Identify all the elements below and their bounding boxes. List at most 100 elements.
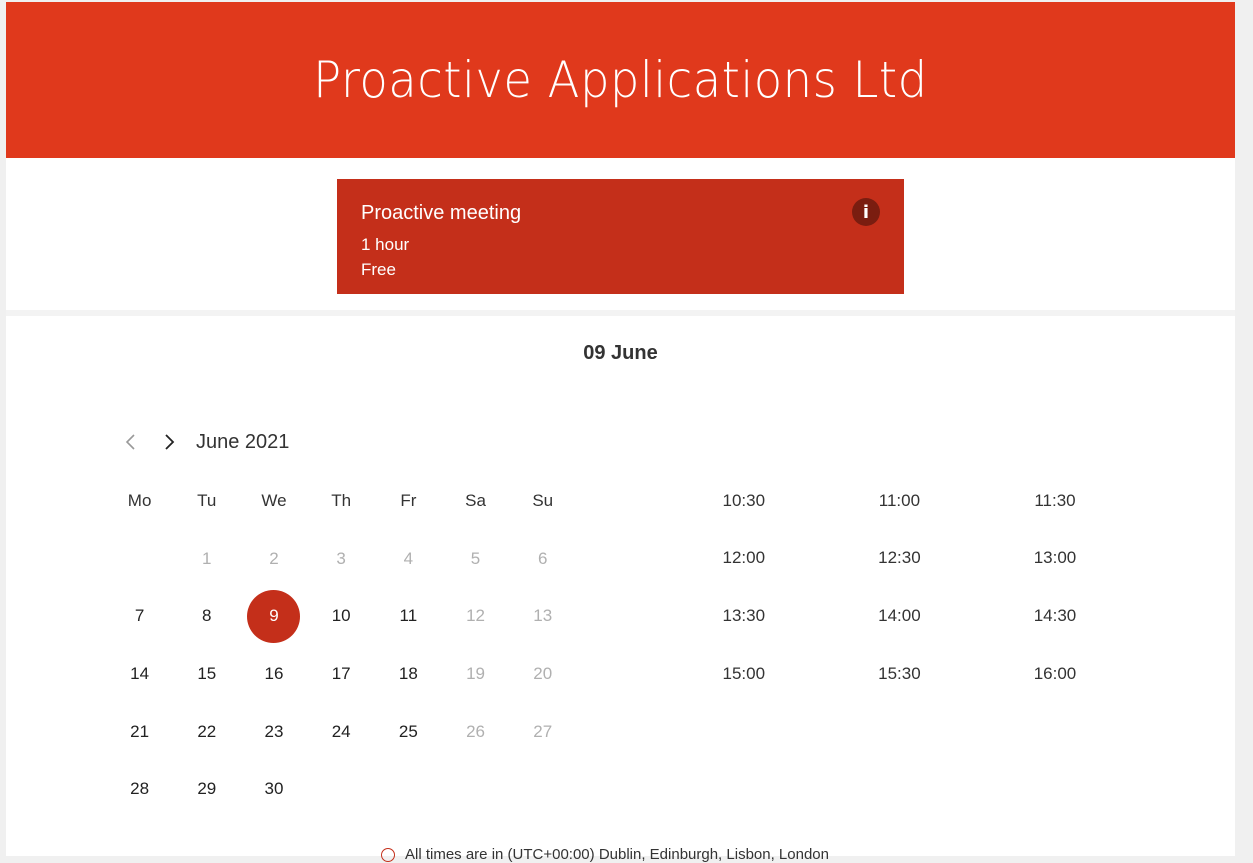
calendar-day[interactable]: 16 <box>240 645 307 703</box>
time-slots: 10:30 11:00 11:30 12:00 12:30 13:00 13:30 14:00… <box>666 472 1133 702</box>
service-duration: 1 hour <box>361 235 410 254</box>
service-card[interactable]: Proactive meeting 1 hour Free i <box>337 179 904 294</box>
header-banner: Proactive Applications Ltd <box>6 2 1235 158</box>
day-number: 23 <box>264 721 284 741</box>
day-number: 11 <box>399 606 418 626</box>
calendar-week: 1 2 3 4 5 6 <box>106 530 578 588</box>
service-price: Free <box>361 260 396 279</box>
timezone-note: All times are in (UTC+00:00) Dublin, Edi… <box>381 846 829 863</box>
weekday-label: Tu <box>197 491 217 510</box>
day-number: 8 <box>202 606 212 626</box>
timezone-text: All times are in (UTC+00:00) Dublin, Edi… <box>405 846 829 863</box>
calendar-day[interactable]: 14 <box>106 645 173 703</box>
calendar-day: 26 <box>442 703 509 761</box>
day-number: 6 <box>537 548 548 568</box>
day-number: 28 <box>130 779 150 799</box>
calendar-day[interactable]: 23 <box>240 703 307 761</box>
day-number: 9 <box>247 589 301 643</box>
day-number: 29 <box>197 779 217 799</box>
time-slot-button[interactable]: 13:30 <box>666 606 822 626</box>
calendar-day: 2 <box>240 530 307 588</box>
selected-date-label: 09 June <box>583 342 658 364</box>
calendar-day: 12 <box>442 588 509 646</box>
time-slot-button[interactable]: 14:00 <box>822 606 978 626</box>
calendar-day: 4 <box>375 530 442 588</box>
time-slot-button[interactable]: 14:30 <box>977 606 1133 626</box>
day-number: 7 <box>134 606 145 626</box>
day-number: 21 <box>130 721 150 741</box>
time-slot-row: 13:30 14:00 14:30 <box>666 587 1133 645</box>
time-slot-button[interactable]: 11:00 <box>822 491 978 511</box>
calendar-grid: Mo Tu We Th Fr Sa Su 1 2 3 4 5 6 7 8 9 10 11 12 13 14 15 16 17 1… <box>106 472 578 818</box>
day-number: 24 <box>331 721 351 741</box>
day-number: 15 <box>197 663 217 683</box>
day-number: 10 <box>331 606 351 626</box>
calendar-empty-cell <box>442 760 509 818</box>
calendar-day: 5 <box>442 530 509 588</box>
weekday-label: Mo <box>127 491 152 510</box>
calendar-day: 27 <box>509 703 576 761</box>
weekday-label: We <box>261 491 287 510</box>
time-slot-button[interactable]: 11:30 <box>977 491 1133 511</box>
calendar-day[interactable]: 25 <box>375 703 442 761</box>
weekday-label: Sa <box>465 491 486 510</box>
calendar-week: 14 15 16 17 18 19 20 <box>106 645 578 703</box>
info-icon[interactable]: i <box>852 198 880 226</box>
time-slot-row: 10:30 11:00 11:30 <box>666 472 1133 530</box>
calendar-week: 28 29 30 <box>106 760 578 818</box>
section-divider <box>6 310 1235 316</box>
calendar-day[interactable]: 30 <box>240 760 307 818</box>
time-slot-row: 15:00 15:30 16:00 <box>666 645 1133 703</box>
weekday-header: Mo Tu We Th Fr Sa Su <box>106 472 578 530</box>
booking-page: Proactive Applications Ltd Proactive mee… <box>6 2 1235 863</box>
calendar-day[interactable]: 21 <box>106 703 173 761</box>
day-number: 22 <box>197 721 217 741</box>
calendar-day[interactable]: 15 <box>173 645 240 703</box>
day-number: 4 <box>403 548 414 568</box>
calendar-day[interactable]: 28 <box>106 760 173 818</box>
time-slot-button[interactable]: 13:00 <box>977 548 1133 568</box>
day-number: 30 <box>264 779 284 799</box>
calendar-day: 19 <box>442 645 509 703</box>
time-slot-button[interactable]: 12:30 <box>822 548 978 568</box>
calendar-day[interactable]: 22 <box>173 703 240 761</box>
calendar-day[interactable]: 8 <box>173 588 240 646</box>
day-number: 26 <box>466 721 485 741</box>
calendar-empty-cell <box>509 760 576 818</box>
day-number: 18 <box>398 663 418 683</box>
time-slot-button[interactable]: 10:30 <box>666 491 822 511</box>
calendar-week: 21 22 23 24 25 26 27 <box>106 703 578 761</box>
day-number: 20 <box>533 663 553 683</box>
calendar-day: 20 <box>509 645 576 703</box>
weekday-label: Su <box>532 491 554 510</box>
calendar-day[interactable]: 7 <box>106 588 173 646</box>
day-number: 25 <box>398 721 418 741</box>
day-number: 3 <box>336 548 346 568</box>
chevron-left-icon[interactable] <box>118 426 144 458</box>
calendar-day[interactable]: 29 <box>173 760 240 818</box>
calendar-day[interactable]: 11 <box>375 588 442 646</box>
day-number: 14 <box>130 663 150 683</box>
service-name: Proactive meeting <box>361 202 522 224</box>
time-slot-button[interactable]: 12:00 <box>666 548 822 568</box>
calendar-day[interactable]: 17 <box>308 645 375 703</box>
day-number: 16 <box>264 663 284 683</box>
calendar-day[interactable]: 18 <box>375 645 442 703</box>
day-number: 13 <box>533 606 553 626</box>
weekday-label: Fr <box>400 491 417 510</box>
calendar-navigation: June 2021 <box>118 426 289 458</box>
calendar-day[interactable]: 10 <box>308 588 375 646</box>
day-number: 27 <box>533 721 553 741</box>
time-slot-button[interactable]: 15:30 <box>822 664 978 684</box>
calendar-day: 13 <box>509 588 576 646</box>
day-number: 5 <box>470 548 481 568</box>
chevron-right-icon[interactable] <box>156 426 182 458</box>
day-number: 19 <box>466 663 485 683</box>
calendar-empty-cell <box>375 760 442 818</box>
calendar-day[interactable]: 24 <box>308 703 375 761</box>
calendar-day: 3 <box>308 530 375 588</box>
calendar-empty-cell <box>308 760 375 818</box>
time-slot-button[interactable]: 16:00 <box>977 664 1133 684</box>
calendar-day-selected[interactable]: 9 <box>240 588 307 646</box>
time-slot-button[interactable]: 15:00 <box>666 664 822 684</box>
